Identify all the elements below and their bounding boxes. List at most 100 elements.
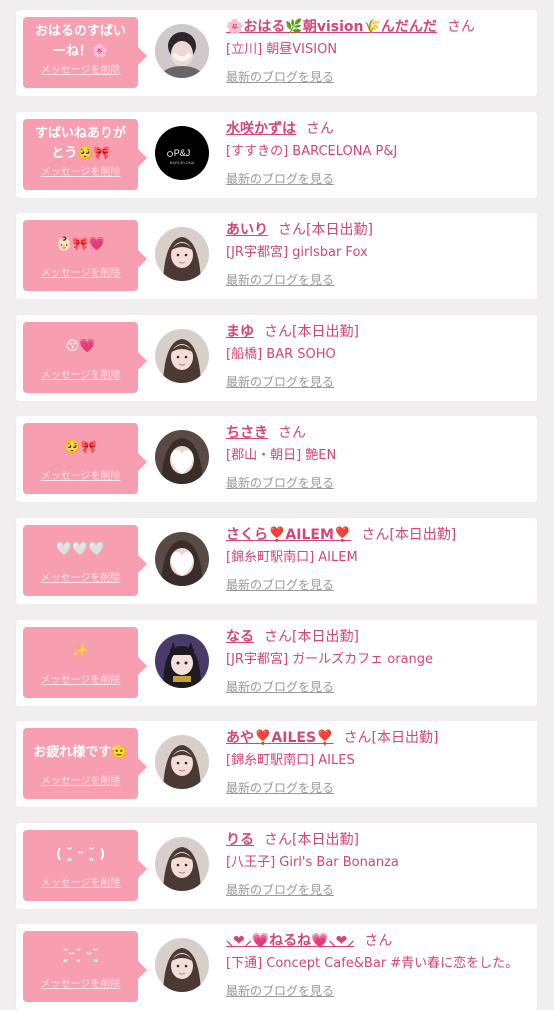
shop-label: [郡山・朝日] 艶EN: [226, 448, 337, 463]
message-text: ( ˘͈ ᵕ ˘͈ ): [55, 847, 106, 862]
message-card: すばいねありがとう🥺🎀 メッセージを削除 P&J BARCELONA 水咲かずはさ…: [16, 112, 537, 198]
avatar[interactable]: [155, 24, 209, 78]
profile-name-link[interactable]: さくら❣️AILEM❣️: [226, 527, 351, 543]
latest-blog-link[interactable]: 最新のブログを見る: [226, 475, 531, 491]
latest-blog-link[interactable]: 最新のブログを見る: [226, 780, 531, 796]
delete-message-link[interactable]: メッセージを削除: [29, 64, 132, 78]
delete-message-link[interactable]: メッセージを削除: [29, 369, 132, 383]
profile-name-link[interactable]: まゆ: [226, 324, 254, 340]
attendance-status: [本日出勤]: [306, 222, 373, 238]
attendance-status: [本日出勤]: [292, 629, 359, 645]
profile-name-link[interactable]: 🌸おはる🌿朝vision🌾んだんだ: [226, 19, 437, 35]
name-line: あや❣️AILES❣️ さん[本日出勤]: [226, 729, 531, 747]
profile-info: ちさき さん [郡山・朝日] 艶EN 最新のブログを見る: [226, 424, 531, 491]
delete-message-link[interactable]: メッセージを削除: [29, 267, 132, 281]
avatar[interactable]: [155, 430, 209, 484]
name-line: ちさき さん: [226, 424, 531, 442]
message-card: おはるのすばいーね！🌸 メッセージを削除 🌸おはる🌿朝vision🌾んだんだ さん…: [16, 10, 537, 96]
delete-message-link[interactable]: メッセージを削除: [29, 572, 132, 586]
latest-blog-link[interactable]: 最新のブログを見る: [226, 679, 531, 695]
latest-blog-link[interactable]: 最新のブログを見る: [226, 577, 531, 593]
profile-name-link[interactable]: ちさき: [226, 425, 268, 441]
name-line: あいり さん[本日出勤]: [226, 221, 531, 239]
honorific-label: さん: [446, 19, 475, 35]
shop-label: [八王子] Girl's Bar Bonanza: [226, 855, 399, 870]
attendance-status: [本日出勤]: [292, 832, 359, 848]
attendance-status: [本日出勤]: [292, 324, 359, 340]
avatar[interactable]: P&J BARCELONA: [155, 126, 209, 180]
name-line: まゆ さん[本日出勤]: [226, 323, 531, 341]
message-text: 😚💗: [65, 339, 96, 354]
shop-label: [すすきの] BARCELONA P&J: [226, 144, 398, 159]
avatar[interactable]: [155, 532, 209, 586]
delete-message-link[interactable]: メッセージを削除: [29, 166, 132, 180]
delete-message-link[interactable]: メッセージを削除: [29, 674, 132, 688]
attendance-status: [本日出勤]: [389, 527, 457, 543]
message-card: 😚💗 メッセージを削除 まゆ さん[本日出勤] [船橋] BAR SOHO 最新の…: [16, 315, 537, 401]
latest-blog-link[interactable]: 最新のブログを見る: [226, 69, 531, 85]
shop-label: [立川] 朝昼VISION: [226, 42, 338, 57]
avatar[interactable]: [155, 735, 209, 789]
avatar[interactable]: [155, 634, 209, 688]
latest-blog-link[interactable]: 最新のブログを見る: [226, 983, 531, 999]
shop-label: [船橋] BAR SOHO: [226, 347, 336, 362]
shop-label: [JR宇都宮] ガールズカフェ orange: [226, 652, 434, 667]
name-line: 水咲かずは さん: [226, 120, 531, 138]
delete-message-link[interactable]: メッセージを削除: [29, 877, 132, 891]
delete-message-link[interactable]: メッセージを削除: [29, 978, 132, 992]
message-bubble: 😚💗 メッセージを削除: [23, 322, 147, 393]
profile-info: まゆ さん[本日出勤] [船橋] BAR SOHO 最新のブログを見る: [226, 323, 531, 390]
message-bubble: ( ˘͈ ᵕ ˘͈ ) メッセージを削除: [23, 830, 147, 901]
delete-message-link[interactable]: メッセージを削除: [29, 470, 132, 484]
avatar[interactable]: [155, 938, 209, 992]
profile-name-link[interactable]: あいり: [226, 222, 268, 238]
message-text: ˘͈ᵕ˘͈ ᵕ˘͈: [62, 948, 99, 963]
profile-info: あや❣️AILES❣️ さん[本日出勤] [錦糸町駅南口] AILES 最新のブロ…: [226, 729, 531, 796]
profile-info: なる さん[本日出勤] [JR宇都宮] ガールズカフェ orange 最新のブログ…: [226, 628, 531, 695]
shop-label: [JR宇都宮] girlsbar Fox: [226, 245, 368, 260]
latest-blog-link[interactable]: 最新のブログを見る: [226, 171, 531, 187]
latest-blog-link[interactable]: 最新のブログを見る: [226, 374, 531, 390]
name-line: ⸜❤︎⸝💗ねるね💗⸜❤︎⸝ さん: [226, 932, 531, 950]
profile-info: 水咲かずは さん [すすきの] BARCELONA P&J 最新のブログを見る: [226, 120, 531, 187]
svg-text:BARCELONA: BARCELONA: [170, 160, 195, 165]
latest-blog-link[interactable]: 最新のブログを見る: [226, 272, 531, 288]
shop-label: [錦糸町駅南口] AILES: [226, 753, 355, 768]
avatar[interactable]: [155, 329, 209, 383]
latest-blog-link[interactable]: 最新のブログを見る: [226, 882, 531, 898]
honorific-label: さん: [264, 629, 292, 645]
avatar[interactable]: [155, 837, 209, 891]
delete-message-link[interactable]: メッセージを削除: [29, 775, 132, 789]
message-bubble: ✨ メッセージを削除: [23, 627, 147, 698]
shop-label: [錦糸町駅南口] AILEM: [226, 550, 358, 565]
message-text: ✨: [72, 644, 89, 659]
name-line: なる さん[本日出勤]: [226, 628, 531, 646]
message-text: 👶🏻🎀💗: [56, 237, 105, 252]
message-card: 👶🏻🎀💗 メッセージを削除 あいり さん[本日出勤] [JR宇都宮] girlsb…: [16, 213, 537, 299]
profile-name-link[interactable]: りる: [226, 832, 254, 848]
message-text: 🤍🤍🤍: [56, 542, 105, 557]
honorific-label: さん: [361, 527, 390, 543]
message-bubble: お疲れ様です🫡 メッセージを削除: [23, 728, 147, 799]
profile-info: あいり さん[本日出勤] [JR宇都宮] girlsbar Fox 最新のブログを…: [226, 221, 531, 288]
profile-name-link[interactable]: 水咲かずは: [226, 121, 296, 137]
profile-name-link[interactable]: あや❣️AILES❣️: [226, 730, 333, 746]
message-bubble: ˘͈ᵕ˘͈ ᵕ˘͈ メッセージを削除: [23, 931, 147, 1002]
name-line: さくら❣️AILEM❣️ さん[本日出勤]: [226, 526, 531, 544]
svg-text:P&J: P&J: [174, 148, 191, 158]
honorific-label: さん: [264, 324, 292, 340]
message-card: ˘͈ᵕ˘͈ ᵕ˘͈ メッセージを削除 ⸜❤︎⸝💗ねるね💗⸜❤︎⸝ さん [下通] …: [16, 924, 537, 1010]
message-bubble: 👶🏻🎀💗 メッセージを削除: [23, 220, 147, 291]
honorific-label: さん: [278, 425, 306, 441]
message-bubble: すばいねありがとう🥺🎀 メッセージを削除: [23, 119, 147, 190]
message-bubble: おはるのすばいーね！🌸 メッセージを削除: [23, 17, 147, 88]
profile-name-link[interactable]: ⸜❤︎⸝💗ねるね💗⸜❤︎⸝: [226, 933, 354, 949]
profile-info: りる さん[本日出勤] [八王子] Girl's Bar Bonanza 最新のブ…: [226, 831, 531, 898]
message-text: すばいねありがとう🥺🎀: [34, 126, 126, 161]
name-line: りる さん[本日出勤]: [226, 831, 531, 849]
message-card: 🥺🎀 メッセージを削除 ちさき さん [郡山・朝日] 艶EN 最新のブログを見る: [16, 416, 537, 502]
message-text: おはるのすばいーね！🌸: [34, 24, 126, 59]
avatar[interactable]: [155, 227, 209, 281]
honorific-label: さん: [364, 933, 393, 949]
profile-name-link[interactable]: なる: [226, 629, 254, 645]
